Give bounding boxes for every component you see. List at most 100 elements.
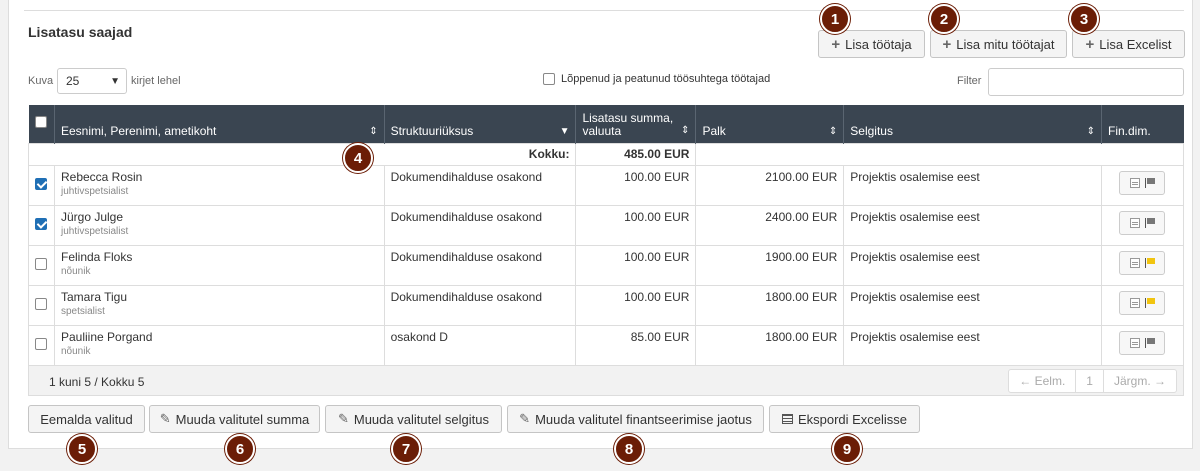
per-page-label: kirjet lehel [131, 75, 181, 87]
amount-header-label: Lisatasu summa, valuuta [582, 110, 674, 138]
findim-button[interactable] [1119, 210, 1166, 235]
plus-icon: + [1085, 35, 1095, 53]
reason-cell: Projektis osalemise eest [843, 284, 1102, 326]
page-size-value: 25 [66, 74, 80, 88]
column-header-amount[interactable]: Lisatasu summa, valuuta ⇕ [575, 105, 697, 143]
flag-icon [1144, 297, 1155, 308]
callout-badge-5: 5 [67, 434, 97, 464]
name-header-label: Eesnimi, Perenimi, ametikoht [60, 123, 217, 138]
document-icon [1129, 337, 1140, 348]
document-icon [1129, 217, 1140, 228]
ended-employees-toggle[interactable]: Lõppenud ja peatunud töösuhtega töötajad [543, 73, 770, 85]
ended-employees-label: Lõppenud ja peatunud töösuhtega töötajad [561, 73, 771, 85]
findim-cell [1100, 204, 1185, 246]
change-reason-label: Muuda valitutel selgitus [353, 411, 490, 427]
findim-button[interactable] [1119, 170, 1166, 195]
column-header-reason[interactable]: Selgitus ⇕ [843, 105, 1102, 143]
employee-role: spetsialist [60, 305, 105, 317]
reason-cell: Projektis osalemise eest [843, 244, 1102, 286]
change-sum-button[interactable]: ✎ Muuda valitutel summa [149, 405, 320, 433]
page-size-select[interactable]: 25 ▼ [57, 68, 127, 94]
salary-header-label: Palk [702, 123, 726, 138]
filter-input[interactable] [988, 68, 1184, 96]
add-from-excel-button[interactable]: + Lisa Excelist [1072, 30, 1185, 58]
callout-badge-9: 9 [832, 434, 862, 464]
select-all-checkbox[interactable] [35, 116, 48, 129]
add-many-employees-button[interactable]: + Lisa mitu töötajat [930, 30, 1067, 58]
employee-name: Felinda Floks [60, 249, 133, 264]
sort-icon: ⇕ [828, 125, 838, 137]
next-page-button[interactable]: Järgm. → [1104, 370, 1176, 392]
callout-badge-2: 2 [929, 4, 959, 34]
employee-name: Pauliine Porgand [60, 329, 153, 344]
row-select-checkbox[interactable] [35, 257, 48, 270]
findim-button[interactable] [1119, 330, 1166, 355]
findim-button[interactable] [1119, 250, 1166, 275]
row-select-cell [28, 204, 55, 246]
amount-cell: 100.00 EUR [575, 244, 697, 286]
unit-cell: Dokumendihalduse osakond [383, 244, 577, 286]
row-select-checkbox[interactable] [35, 297, 48, 310]
callout-badge-6: 6 [225, 434, 255, 464]
employee-name: Tamara Tigu [60, 289, 128, 304]
row-select-cell [28, 244, 55, 286]
findim-cell [1100, 164, 1185, 206]
table-row: Rebecca Rosin juhtivspetsialist Dokumendih… [28, 164, 1185, 206]
change-sum-label: Muuda valitutel summa [175, 411, 310, 427]
row-select-checkbox[interactable] [35, 337, 48, 350]
change-reason-button[interactable]: ✎ Muuda valitutel selgitus [325, 405, 502, 433]
reason-cell: Projektis osalemise eest [843, 164, 1102, 206]
column-header-findim: Fin.dim. [1101, 105, 1184, 143]
column-header-name[interactable]: Eesnimi, Perenimi, ametikoht ⇕ [54, 105, 385, 143]
remove-selected-label: Eemalda valitud [40, 411, 133, 427]
salary-cell: 2400.00 EUR [695, 204, 845, 246]
name-cell: Pauliine Porgand nõunik [53, 324, 385, 366]
total-label: Kokku: [27, 142, 577, 166]
remove-selected-button[interactable]: Eemalda valitud [28, 405, 145, 433]
findim-button[interactable] [1119, 290, 1166, 315]
row-select-cell [28, 324, 55, 366]
callout-badge-3: 3 [1069, 4, 1099, 34]
prev-page-button[interactable]: ← Eelm. [1009, 370, 1077, 392]
flag-icon [1144, 257, 1155, 268]
employee-role: juhtivspetsialist [60, 185, 129, 197]
employee-role: nõunik [60, 345, 91, 357]
table-row: Tamara Tigu spetsialist Dokumendihalduse o… [28, 284, 1185, 326]
salary-cell: 1800.00 EUR [695, 324, 845, 366]
row-select-checkbox[interactable] [35, 177, 48, 190]
salary-cell: 1800.00 EUR [695, 284, 845, 326]
column-header-salary[interactable]: Palk ⇕ [695, 105, 845, 143]
amount-cell: 100.00 EUR [575, 284, 697, 326]
column-header-unit[interactable]: Struktuuriüksus ▼ [384, 105, 577, 143]
ended-employees-checkbox[interactable] [543, 73, 555, 85]
export-excel-label: Ekspordi Excelisse [797, 411, 908, 427]
salary-cell: 1900.00 EUR [695, 244, 845, 286]
add-employee-button[interactable]: + Lisa töötaja [818, 30, 925, 58]
show-label: Kuva [28, 75, 54, 87]
row-select-cell [28, 164, 55, 206]
export-excel-button[interactable]: Ekspordi Excelisse [769, 405, 920, 433]
change-financing-button[interactable]: ✎ Muuda valitutel finantseerimise jaotus [507, 405, 764, 433]
sort-icon: ⇕ [1086, 125, 1095, 137]
table-row: Pauliine Porgand nõunik osakond D 85.00 EUR… [28, 324, 1185, 366]
findim-cell [1100, 324, 1185, 366]
sort-icon: ⇕ [369, 125, 378, 137]
total-row: Kokku: 485.00 EUR [27, 142, 1184, 166]
pencil-icon: ✎ [519, 411, 531, 426]
reason-cell: Projektis osalemise eest [843, 204, 1102, 246]
pagination: ← Eelm. 1 Järgm. → [1008, 369, 1177, 393]
table-footer: 1 kuni 5 / Kokku 5 ← Eelm. 1 Järgm. → [28, 366, 1184, 396]
amount-cell: 100.00 EUR [575, 204, 697, 246]
callout-badge-8: 8 [614, 434, 644, 464]
employee-name: Rebecca Rosin [60, 169, 143, 184]
add-excel-label: Lisa Excelist [1099, 36, 1172, 52]
table-icon [781, 414, 793, 424]
page-1-button[interactable]: 1 [1076, 370, 1104, 392]
salary-cell: 2100.00 EUR [695, 164, 845, 206]
row-select-checkbox[interactable] [35, 217, 48, 230]
total-empty [695, 142, 1184, 166]
plus-icon: + [942, 35, 952, 53]
pagination-info: 1 kuni 5 / Kokku 5 [49, 375, 145, 389]
pencil-icon: ✎ [159, 411, 171, 426]
filter-label: Filter [957, 75, 982, 87]
